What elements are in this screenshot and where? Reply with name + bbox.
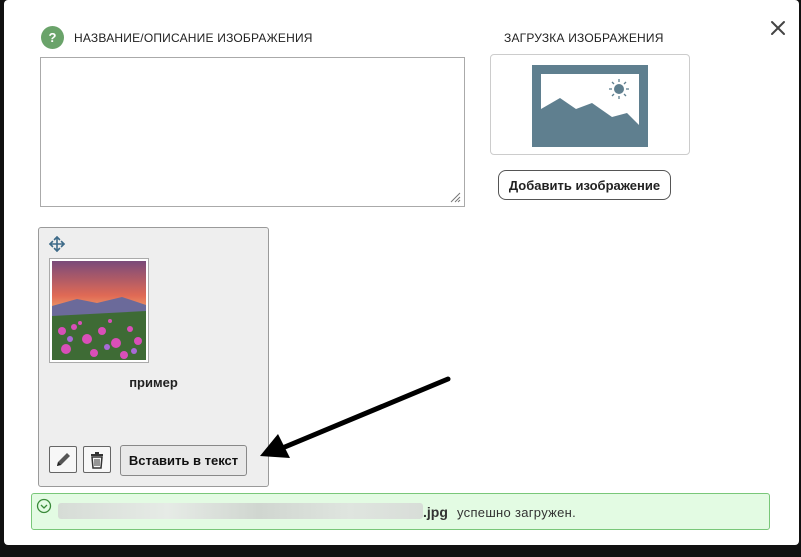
upload-label: ЗАГРУЗКА ИЗОБРАЖЕНИЯ (504, 31, 664, 45)
trash-icon (91, 452, 103, 469)
annotation-arrow-icon (260, 376, 451, 458)
help-icon[interactable]: ? (41, 26, 64, 49)
success-message: успешно загружен. (457, 505, 577, 520)
resize-grip-icon[interactable] (447, 189, 461, 203)
move-icon[interactable] (48, 235, 66, 253)
image-thumbnail[interactable] (49, 258, 149, 363)
image-placeholder-icon (532, 65, 648, 147)
upload-dropzone[interactable] (490, 54, 690, 155)
file-extension: .jpg (423, 504, 448, 520)
delete-button[interactable] (83, 446, 111, 473)
blurred-filename (58, 503, 423, 519)
description-textarea[interactable] (40, 57, 465, 207)
check-circle-icon (36, 498, 52, 514)
description-label: НАЗВАНИЕ/ОПИСАНИЕ ИЗОБРАЖЕНИЯ (74, 31, 313, 45)
close-icon[interactable] (768, 18, 788, 38)
pencil-icon (57, 453, 70, 466)
add-image-button[interactable]: Добавить изображение (498, 170, 671, 200)
image-caption: пример (129, 375, 178, 390)
insert-into-text-button[interactable]: Вставить в текст (120, 445, 247, 476)
edit-button[interactable] (49, 446, 77, 473)
